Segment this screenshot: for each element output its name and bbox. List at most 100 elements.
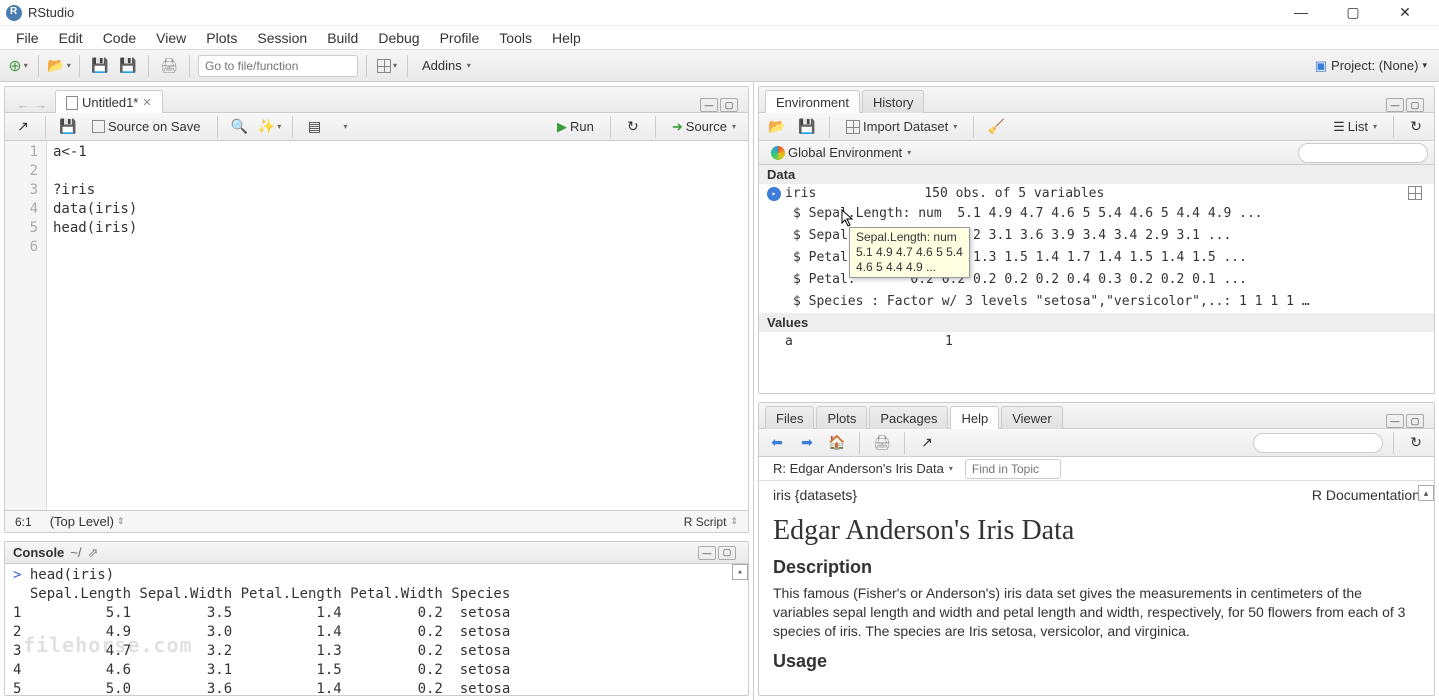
menu-session[interactable]: Session [249,28,315,48]
view-data-icon[interactable] [1408,186,1422,200]
source-button[interactable]: ➜Source [666,117,742,137]
tab-plots[interactable]: Plots [816,406,867,429]
help-popout-button[interactable]: ↗ [915,431,939,455]
tab-untitled1[interactable]: Untitled1* ✕ [55,90,163,113]
minimize-pane-button[interactable]: — [700,98,718,112]
help-h1: Edgar Anderson's Iris Data [773,515,1420,547]
help-search-input[interactable] [1253,433,1383,453]
grid-view-button[interactable] [375,54,399,78]
help-scroll-up[interactable]: ▴ [1418,485,1434,501]
tab-title: Untitled1* [82,95,138,110]
menu-view[interactable]: View [148,28,194,48]
menu-file[interactable]: File [8,28,47,48]
source-pane: ← → Untitled1* ✕ — ▢ ↗ 💾 [4,86,749,533]
menu-help[interactable]: Help [544,28,589,48]
run-button[interactable]: ▶Run [551,117,600,137]
maximize-pane-button[interactable]: ▢ [720,98,738,112]
menu-code[interactable]: Code [95,28,144,48]
minimize-help-button[interactable]: — [1386,414,1404,428]
window-title: RStudio [28,5,1283,20]
menubar: File Edit Code View Plots Session Build … [0,26,1439,50]
goto-file-function-input[interactable] [198,55,358,77]
maximize-console-button[interactable]: ▢ [718,546,736,560]
maximize-env-button[interactable]: ▢ [1406,98,1424,112]
help-refresh-button[interactable]: ↻ [1404,431,1428,455]
code-editor[interactable]: 123456 a<-1 ?iris data(iris) head(iris) [5,141,748,510]
code-area[interactable]: a<-1 ?iris data(iris) head(iris) [47,141,748,510]
minimize-env-button[interactable]: — [1386,98,1404,112]
env-var-name: a [767,334,937,349]
new-file-button[interactable]: ⊕ [6,54,30,78]
env-scope-selector[interactable]: Global Environment [765,143,917,162]
help-doc-package: iris {datasets} [773,487,857,503]
wand-button[interactable]: ✨ [258,115,282,139]
save-workspace-button[interactable]: 💾 [795,115,819,139]
env-item-iris[interactable]: iris 150 obs. of 5 variables [759,184,1434,203]
menu-tools[interactable]: Tools [491,28,540,48]
notebook-button[interactable]: ▤ [303,115,327,139]
expand-icon[interactable] [767,187,781,201]
close-button[interactable]: ✕ [1387,4,1423,21]
notebook-options-button[interactable] [333,115,357,139]
help-topic-dropdown[interactable]: R: Edgar Anderson's Iris Data [767,459,959,478]
scope-selector[interactable]: (Top Level) ⇕ [44,512,131,531]
import-dataset-button[interactable]: Import Dataset [840,117,963,136]
help-content[interactable]: iris {datasets} R Documentation Edgar An… [759,481,1434,695]
dataset-icon [846,120,860,134]
find-button[interactable]: 🔍 [228,115,252,139]
tab-viewer[interactable]: Viewer [1001,406,1063,429]
env-var-name: iris [785,186,816,201]
save-all-button[interactable]: 💾 [116,54,140,78]
minimize-console-button[interactable]: — [698,546,716,560]
tab-close-icon[interactable]: ✕ [142,96,151,109]
rerun-button[interactable]: ↻ [621,115,645,139]
menu-profile[interactable]: Profile [432,28,488,48]
clear-env-button[interactable]: 🧹 [984,115,1008,139]
env-var-value: 1 [945,334,1426,349]
console-scroll-up[interactable]: ▴ [732,564,748,580]
tab-files[interactable]: Files [765,406,814,429]
minimize-button[interactable]: — [1283,4,1319,21]
help-pane: Files Plots Packages Help Viewer — ▢ ⬅ ➡… [758,402,1435,696]
maximize-help-button[interactable]: ▢ [1406,414,1424,428]
console-pane: Console ~/ ⇗ — ▢ > head(iris) Sepal.Leng… [4,541,749,696]
rstudio-logo-icon [6,5,22,21]
popout-button[interactable]: ↗ [11,115,35,139]
nav-back-icon[interactable]: ← [17,97,30,112]
find-in-topic-input[interactable] [965,459,1061,479]
env-search-input[interactable] [1298,143,1428,163]
tab-packages[interactable]: Packages [869,406,948,429]
console-title: Console [13,545,64,560]
addins-button[interactable]: Addins [416,56,477,75]
save-doc-button[interactable]: 💾 [56,115,80,139]
help-print-button[interactable]: 🖨 [870,431,894,455]
env-search[interactable] [1298,143,1428,163]
globe-icon [771,146,785,160]
tab-help[interactable]: Help [950,406,999,429]
save-button[interactable]: 💾 [88,54,112,78]
help-home-button[interactable]: 🏠 [825,431,849,455]
help-back-button[interactable]: ⬅ [765,431,789,455]
load-workspace-button[interactable]: 📂 [765,115,789,139]
help-h2-description: Description [773,557,1420,578]
print-button[interactable]: 🖨 [157,54,181,78]
menu-plots[interactable]: Plots [198,28,245,48]
env-var-summary: 150 obs. of 5 variables [924,186,1400,201]
env-item-a[interactable]: a 1 [759,332,1434,351]
menu-build[interactable]: Build [319,28,366,48]
menu-edit[interactable]: Edit [51,28,91,48]
tab-history[interactable]: History [862,90,924,113]
console-output[interactable]: > head(iris) Sepal.Length Sepal.Width Pe… [5,564,748,695]
nav-forward-icon[interactable]: → [34,97,47,112]
clear-console-icon[interactable]: ⇗ [88,545,99,561]
maximize-button[interactable]: ▢ [1335,4,1371,21]
open-project-button[interactable]: 📂 [47,54,71,78]
tab-environment[interactable]: Environment [765,90,860,113]
help-search[interactable] [1253,433,1383,453]
help-forward-button[interactable]: ➡ [795,431,819,455]
source-on-save-checkbox[interactable]: Source on Save [86,117,207,136]
refresh-env-button[interactable]: ↻ [1404,115,1428,139]
project-selector[interactable]: ▣ Project: (None) ▾ [1309,58,1433,74]
view-mode-button[interactable]: ☰ List [1327,117,1383,137]
menu-debug[interactable]: Debug [370,28,427,48]
